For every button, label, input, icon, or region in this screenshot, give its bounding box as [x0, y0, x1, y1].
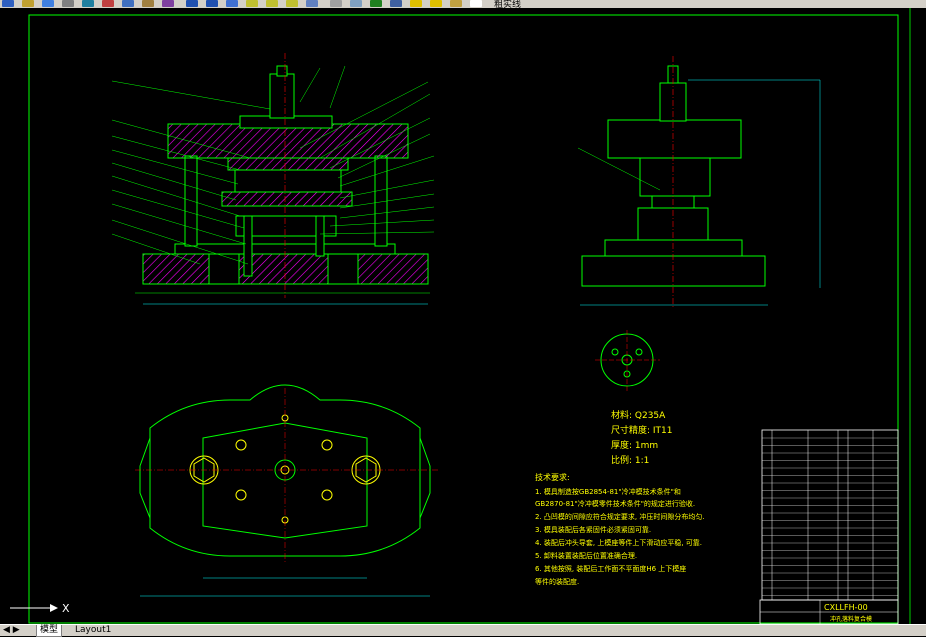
tab-arrows[interactable]: ◀ ▶ [0, 625, 23, 636]
tech-req-line: 4. 装配后冲头导套, 上模座等件上下滑动应平稳, 可靠. [535, 538, 702, 547]
toolpalette-icon[interactable] [350, 0, 362, 7]
title-block: CXLLFH-00 冲孔落料复合模 [759, 599, 899, 625]
copy-icon[interactable] [122, 0, 134, 7]
tab-layout1[interactable]: Layout1 [72, 625, 114, 636]
zoom-icon[interactable] [246, 0, 258, 7]
redo-icon[interactable] [206, 0, 218, 7]
drawing-frame-outer [28, 14, 899, 624]
plan-view [135, 384, 440, 597]
side-view [577, 56, 821, 308]
designcenter-icon[interactable] [330, 0, 342, 7]
svg-text:X: X [62, 602, 70, 615]
layer-icon[interactable] [390, 0, 402, 7]
tech-req-line: 3. 模具装配后各紧固件必须紧固可靠. [535, 525, 651, 534]
parts-list [761, 429, 899, 601]
bulb-icon[interactable] [410, 0, 422, 7]
help-icon[interactable] [370, 0, 382, 7]
lock-icon[interactable] [450, 0, 462, 7]
tech-req-line: 1. 模具制造按GB2854-81"冷冲模技术条件"和 [535, 487, 681, 496]
color-icon[interactable] [470, 0, 482, 7]
tolerance-label: 尺寸精度: IT11 [611, 424, 673, 436]
tech-req-line: 等件的装配度. [535, 577, 579, 586]
new-icon[interactable] [2, 0, 14, 7]
tech-req-line: 2. 凸凹模的间隙应符合规定要求, 冲压时间隙分布均匀. [535, 512, 705, 521]
tech-req-title: 技术要求: [535, 472, 570, 482]
tab-model[interactable]: 模型 [36, 625, 63, 637]
tech-req-line: 6. 其他按照, 装配后工作面不平面度H6 上下模座 [535, 564, 686, 573]
drawing-canvas[interactable]: 材料: Q235A 尺寸精度: IT11 厚度: 1mm 比例: 1:1 技术要… [0, 8, 926, 625]
cad-drawing[interactable]: 材料: Q235A 尺寸精度: IT11 厚度: 1mm 比例: 1:1 技术要… [0, 8, 926, 625]
thickness-label: 厚度: 1mm [611, 439, 658, 451]
title-block-name: 冲孔落料复合模 [830, 615, 872, 623]
cut-icon[interactable] [102, 0, 114, 7]
material-label: 材料: Q235A [611, 409, 666, 421]
print-icon[interactable] [62, 0, 74, 7]
technical-requirements: 技术要求: 1. 模具制造按GB2854-81"冷冲模技术条件"和 GB2870… [535, 472, 705, 586]
tech-req-line: GB2870-81"冷冲模零件技术条件"的规定进行验收. [535, 499, 695, 508]
properties-icon[interactable] [306, 0, 318, 7]
open-icon[interactable] [22, 0, 34, 7]
zoom-prev-icon[interactable] [286, 0, 298, 7]
workpiece-view [595, 330, 660, 392]
match-icon[interactable] [162, 0, 174, 7]
scale-label: 比例: 1:1 [611, 454, 649, 466]
tech-req-line: 5. 卸料装置装配后位置准确合理. [535, 551, 637, 560]
ucs-icon: X [10, 602, 70, 615]
front-section-view [111, 53, 435, 305]
layout-tabs: ◀ ▶ 模型 Layout1 [0, 624, 926, 637]
drawing-number: CXLLFH-00 [824, 603, 868, 612]
preview-icon[interactable] [82, 0, 94, 7]
zoom-window-icon[interactable] [266, 0, 278, 7]
paste-icon[interactable] [142, 0, 154, 7]
sun-icon[interactable] [430, 0, 442, 7]
undo-icon[interactable] [186, 0, 198, 7]
pan-icon[interactable] [226, 0, 238, 7]
save-icon[interactable] [42, 0, 54, 7]
